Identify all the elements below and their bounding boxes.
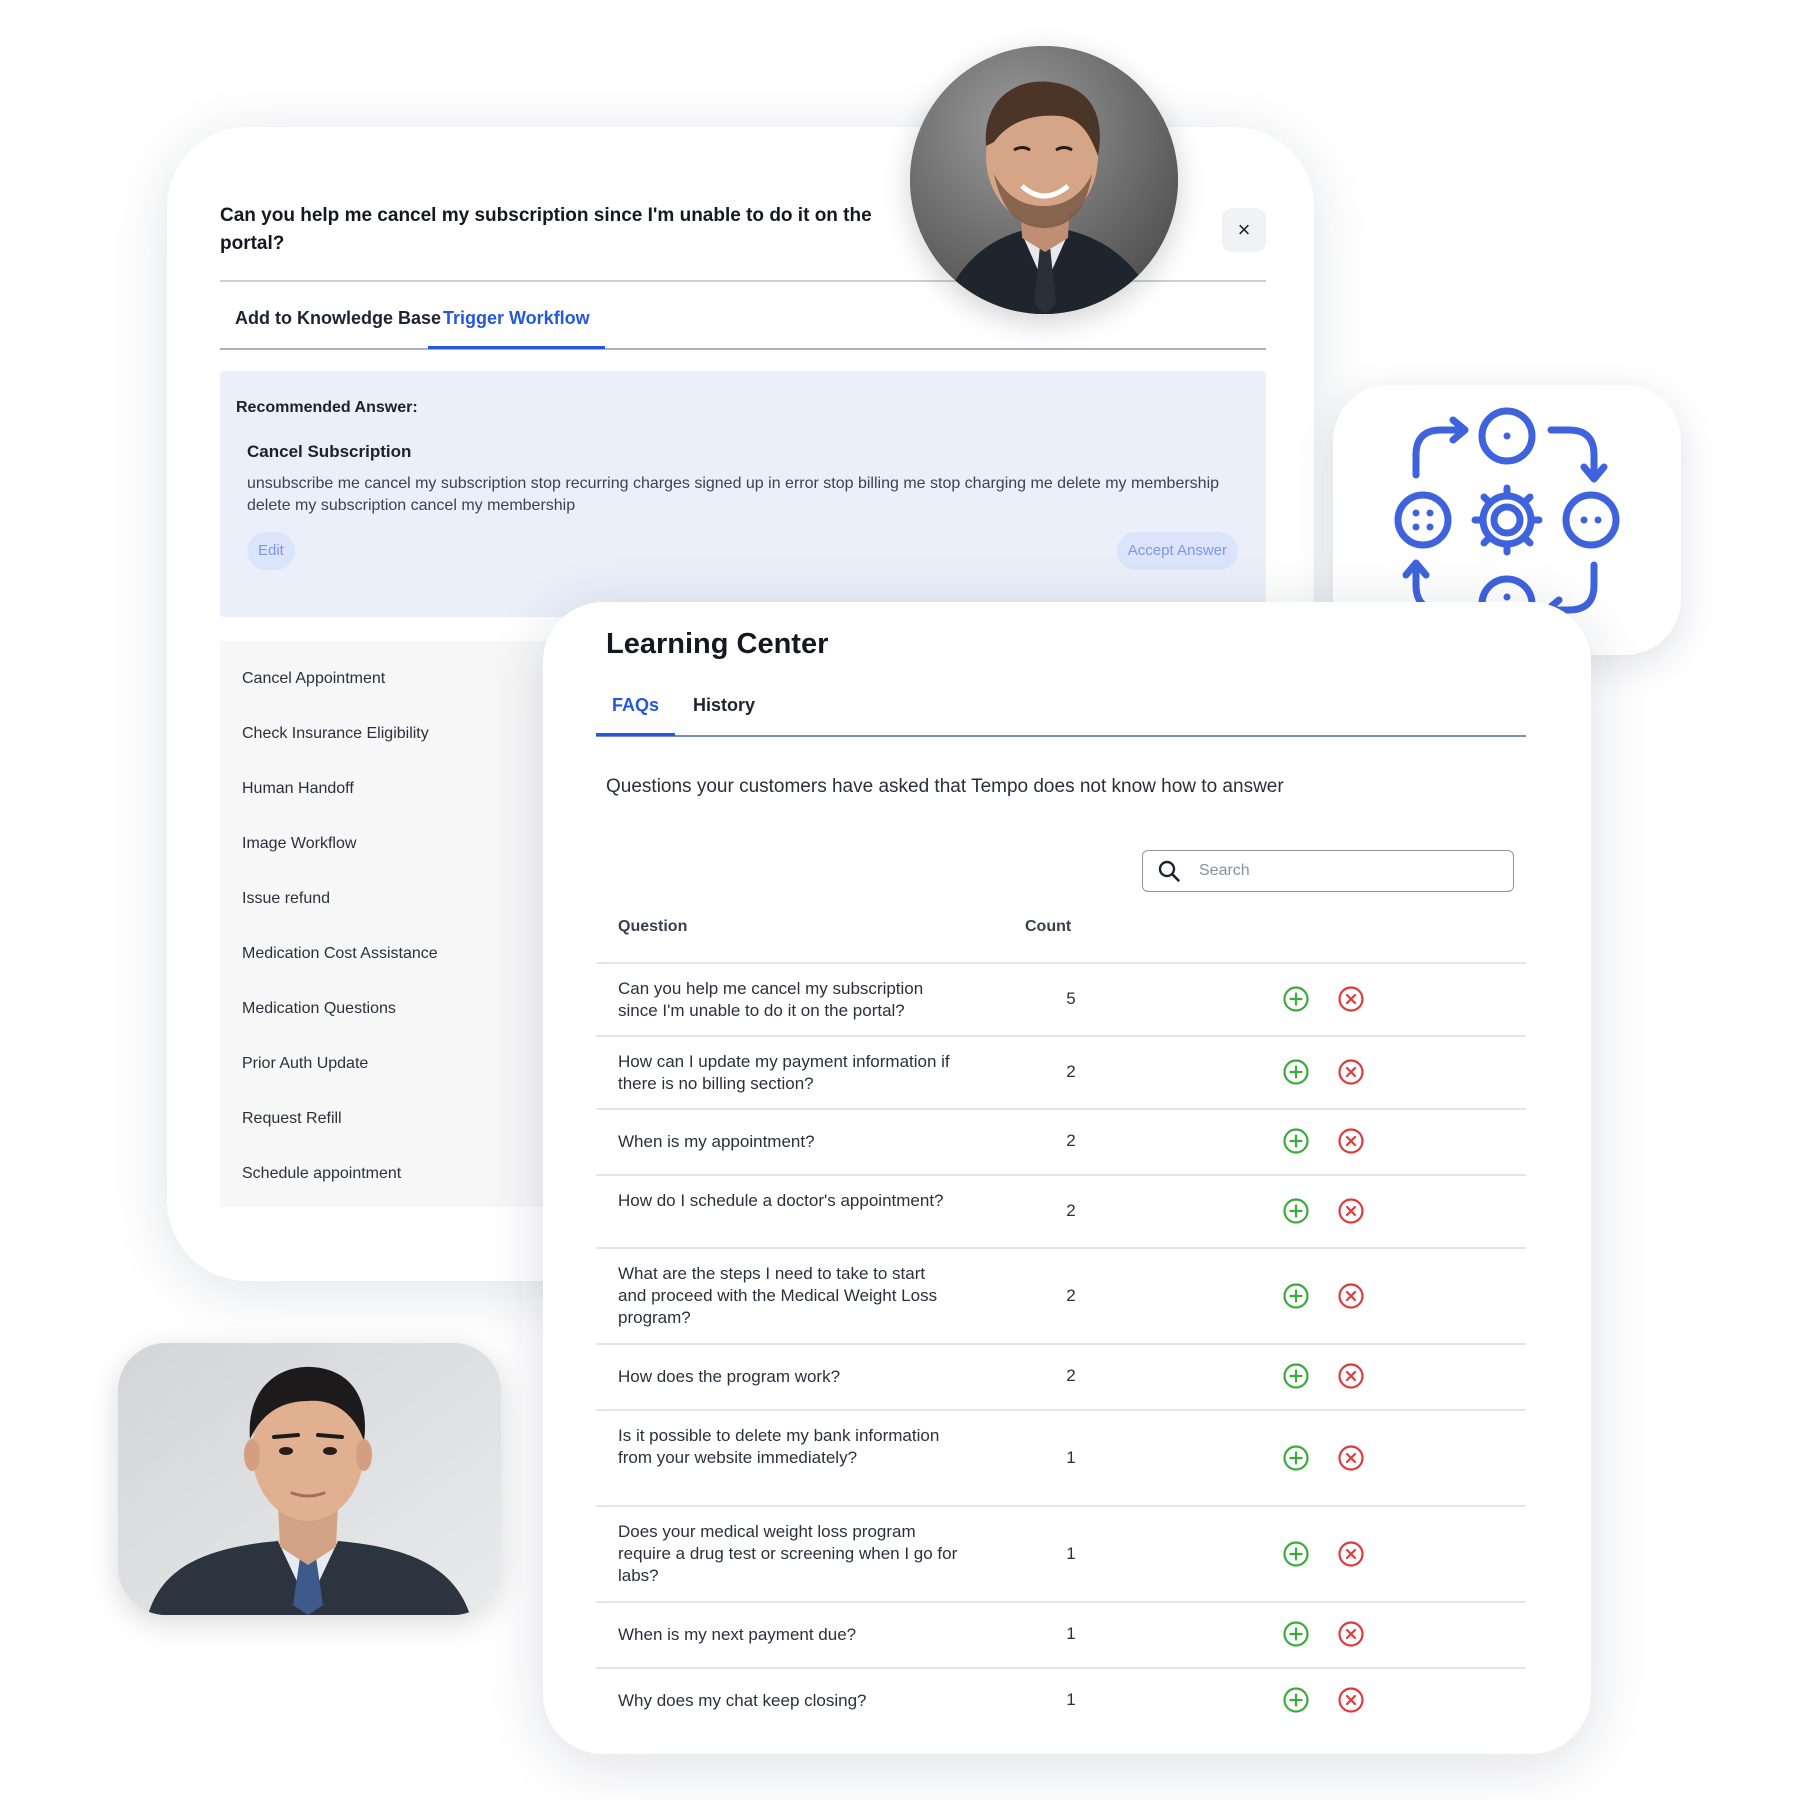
add-circle-icon[interactable] [1282, 1362, 1310, 1390]
add-circle-icon[interactable] [1282, 1282, 1310, 1310]
row-question: What are the steps I need to take to sta… [618, 1264, 938, 1327]
workflow-item[interactable]: Request Refill [242, 1110, 342, 1128]
row-count: 2 [1066, 1131, 1076, 1150]
table-row: What are the steps I need to take to sta… [596, 1249, 1526, 1345]
remove-circle-icon[interactable] [1337, 1362, 1365, 1390]
learning-center-panel: Learning Center FAQs History Questions y… [543, 602, 1591, 1754]
remove-circle-icon[interactable] [1337, 985, 1365, 1013]
row-question: When is my next payment due? [618, 1625, 857, 1644]
table-row: How do I schedule a doctor's appointment… [596, 1176, 1526, 1249]
row-count: 1 [1066, 1690, 1076, 1709]
tab-faqs[interactable]: FAQs [596, 679, 676, 736]
workflow-item[interactable]: Medication Cost Assistance [242, 945, 438, 963]
row-question: How does the program work? [618, 1367, 841, 1386]
learning-center-tabs: FAQs History [596, 679, 1526, 737]
add-circle-icon[interactable] [1282, 1444, 1310, 1472]
recommended-answer-panel: Recommended Answer: Cancel Subscription … [220, 371, 1266, 617]
add-circle-icon[interactable] [1282, 1620, 1310, 1648]
tab-history[interactable]: History [693, 679, 755, 733]
tab-trigger-workflow[interactable]: Trigger Workflow [428, 290, 605, 349]
workflow-item[interactable]: Issue refund [242, 890, 330, 908]
table-row: Can you help me cancel my subscription s… [596, 964, 1526, 1037]
recommended-answer-label: Recommended Answer: [236, 399, 418, 416]
remove-circle-icon[interactable] [1337, 1058, 1365, 1086]
row-question: Can you help me cancel my subscription s… [618, 979, 924, 1020]
add-circle-icon[interactable] [1282, 1058, 1310, 1086]
table-row: Why does my chat keep closing? 1 [596, 1669, 1526, 1733]
avatar-bottom [118, 1343, 501, 1615]
canvas: Can you help me cancel my subscription s… [0, 0, 1800, 1800]
workflow-list: Cancel Appointment Check Insurance Eligi… [220, 641, 550, 1207]
table-row: Does your medical weight loss program re… [596, 1507, 1526, 1603]
dialog-question-title: Can you help me cancel my subscription s… [220, 205, 872, 254]
row-question: How can I update my payment information … [618, 1052, 950, 1093]
search-input[interactable] [1199, 855, 1499, 887]
tab-add-to-knowledge-base[interactable]: Add to Knowledge Base [235, 290, 441, 346]
remove-circle-icon[interactable] [1337, 1620, 1365, 1648]
avatar-top [910, 46, 1178, 314]
edit-button[interactable]: Edit [247, 532, 295, 570]
table-row: When is my next payment due? 1 [596, 1603, 1526, 1669]
workflow-item[interactable]: Prior Auth Update [242, 1055, 368, 1073]
faq-table: Can you help me cancel my subscription s… [596, 962, 1526, 1733]
row-question: Why does my chat keep closing? [618, 1691, 867, 1710]
accept-answer-button[interactable]: Accept Answer [1116, 532, 1238, 570]
dialog-tabs: Add to Knowledge Base Trigger Workflow [220, 290, 1266, 350]
table-row: How can I update my payment information … [596, 1037, 1526, 1110]
close-icon: × [1237, 217, 1251, 242]
remove-circle-icon[interactable] [1337, 1127, 1365, 1155]
avatar-man-smiling-illustration [910, 46, 1178, 314]
remove-circle-icon[interactable] [1337, 1686, 1365, 1714]
row-question: Does your medical weight loss program re… [618, 1522, 958, 1585]
learning-center-subtitle: Questions your customers have asked that… [606, 776, 1284, 797]
row-count: 1 [1066, 1448, 1076, 1467]
row-count: 2 [1066, 1201, 1076, 1220]
remove-circle-icon[interactable] [1337, 1540, 1365, 1568]
workflow-item[interactable]: Human Handoff [242, 780, 354, 798]
workflow-item[interactable]: Medication Questions [242, 1000, 396, 1018]
row-count: 1 [1066, 1544, 1076, 1563]
workflow-item[interactable]: Check Insurance Eligibility [242, 725, 429, 743]
column-header-count: Count [1025, 918, 1072, 935]
workflow-item[interactable]: Schedule appointment [242, 1165, 401, 1183]
close-button[interactable]: × [1222, 208, 1266, 252]
remove-circle-icon[interactable] [1337, 1197, 1365, 1225]
add-circle-icon[interactable] [1282, 985, 1310, 1013]
remove-circle-icon[interactable] [1337, 1444, 1365, 1472]
row-question: When is my appointment? [618, 1132, 815, 1151]
recommended-answer-title: Cancel Subscription [247, 442, 412, 461]
learning-center-title: Learning Center [606, 628, 829, 660]
row-question: How do I schedule a doctor's appointment… [618, 1191, 944, 1210]
add-circle-icon[interactable] [1282, 1127, 1310, 1155]
row-count: 2 [1066, 1366, 1076, 1385]
workflow-item[interactable]: Cancel Appointment [242, 670, 385, 688]
row-count: 2 [1066, 1286, 1076, 1305]
table-row: When is my appointment? 2 [596, 1110, 1526, 1176]
search-icon [1158, 860, 1180, 882]
add-circle-icon[interactable] [1282, 1197, 1310, 1225]
search-box[interactable] [1142, 850, 1514, 892]
column-header-question: Question [618, 918, 688, 935]
add-circle-icon[interactable] [1282, 1686, 1310, 1714]
workflow-item[interactable]: Image Workflow [242, 835, 356, 853]
remove-circle-icon[interactable] [1337, 1282, 1365, 1310]
add-circle-icon[interactable] [1282, 1540, 1310, 1568]
table-row: How does the program work? 2 [596, 1345, 1526, 1411]
row-count: 5 [1066, 989, 1076, 1008]
row-count: 1 [1066, 1624, 1076, 1643]
table-row: Is it possible to delete my bank informa… [596, 1411, 1526, 1507]
avatar-man-suit-illustration [118, 1343, 501, 1615]
recommended-answer-body: unsubscribe me cancel my subscription st… [247, 475, 1220, 514]
row-question: Is it possible to delete my bank informa… [618, 1426, 940, 1467]
row-count: 2 [1066, 1062, 1076, 1081]
